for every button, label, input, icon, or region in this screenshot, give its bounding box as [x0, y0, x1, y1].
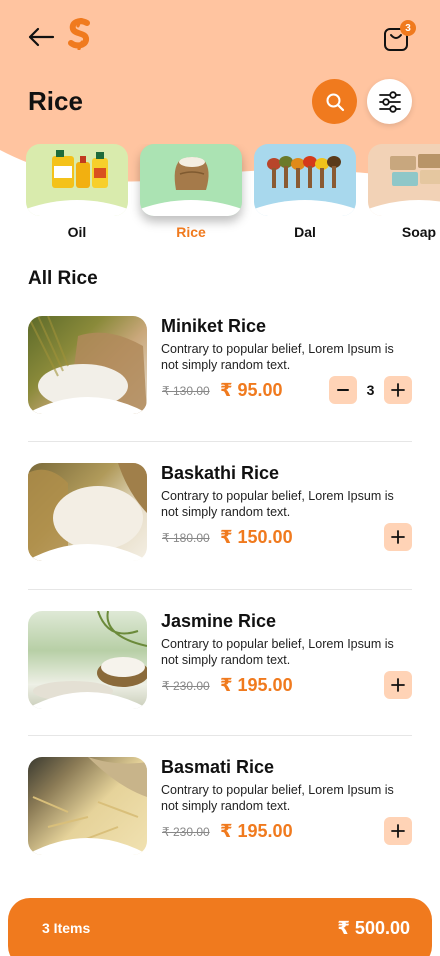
- back-button[interactable]: [24, 20, 58, 54]
- decrease-quantity-button[interactable]: [329, 376, 357, 404]
- product-price: ₹ 195.00: [220, 821, 293, 841]
- plus-icon: [391, 678, 405, 692]
- category-label: Oil: [67, 224, 87, 240]
- cart-count-badge: 3: [400, 20, 416, 36]
- product-description: Contrary to popular belief, Lorem Ipsum …: [161, 783, 394, 813]
- plus-icon: [391, 824, 405, 838]
- product-image: [28, 611, 147, 709]
- product-item[interactable]: Jasmine Rice Contrary to popular belief,…: [28, 611, 412, 715]
- product-item[interactable]: Baskathi Rice Contrary to popular belief…: [28, 463, 412, 567]
- search-icon: [326, 93, 344, 111]
- cart-items-count: 3 Items: [42, 920, 91, 936]
- product-price: ₹ 95.00: [220, 380, 283, 400]
- category-soap-image: [368, 144, 440, 216]
- cart-total: ₹ 500.00: [337, 918, 410, 938]
- product-image: [28, 463, 147, 561]
- view-cart-bar[interactable]: 3 Items ₹ 500.00: [8, 898, 432, 956]
- minus-icon: [337, 389, 349, 391]
- divider: [28, 735, 412, 736]
- plus-icon: [391, 383, 405, 397]
- category-rice[interactable]: Rice: [140, 144, 242, 244]
- product-price: ₹ 150.00: [220, 527, 293, 547]
- search-button[interactable]: [312, 79, 357, 124]
- section-title: All Rice: [28, 268, 98, 289]
- cart-button[interactable]: 3: [382, 20, 416, 54]
- product-old-price: ₹ 130.00: [162, 384, 210, 398]
- product-item[interactable]: Basmati Rice Contrary to popular belief,…: [28, 757, 412, 861]
- filter-button[interactable]: [367, 79, 412, 124]
- category-list: Oil Rice Dal Soap: [26, 144, 440, 244]
- category-label: Soap: [401, 224, 437, 240]
- quantity-stepper: [384, 671, 412, 699]
- product-image: [28, 316, 147, 414]
- category-label: Rice: [176, 224, 206, 240]
- category-rice-image: [140, 144, 242, 216]
- product-description: Contrary to popular belief, Lorem Ipsum …: [161, 489, 394, 519]
- product-description: Contrary to popular belief, Lorem Ipsum …: [161, 342, 394, 372]
- arrow-left-icon: [28, 27, 55, 47]
- increase-quantity-button[interactable]: [384, 376, 412, 404]
- sliders-icon: [378, 90, 401, 113]
- product-price: ₹ 195.00: [220, 675, 293, 695]
- add-to-cart-button[interactable]: [384, 817, 412, 845]
- product-description: Contrary to popular belief, Lorem Ipsum …: [161, 637, 394, 667]
- product-name: Baskathi Rice: [161, 463, 280, 483]
- quantity-stepper: [384, 523, 412, 551]
- page-title: Rice: [28, 86, 83, 116]
- brand-logo-icon: [68, 18, 90, 50]
- product-name: Miniket Rice: [161, 316, 267, 336]
- product-old-price: ₹ 180.00: [162, 531, 210, 545]
- category-soap[interactable]: Soap: [368, 144, 440, 244]
- category-oil-image: [26, 144, 128, 216]
- category-dal-image: [254, 144, 356, 216]
- product-name: Jasmine Rice: [161, 611, 277, 631]
- category-label: Dal: [294, 224, 316, 240]
- product-name: Basmati Rice: [161, 757, 275, 777]
- category-dal[interactable]: Dal: [254, 144, 356, 244]
- category-oil[interactable]: Oil: [26, 144, 128, 244]
- quantity-value: 3: [366, 382, 375, 398]
- product-old-price: ₹ 230.00: [162, 825, 210, 839]
- add-to-cart-button[interactable]: [384, 671, 412, 699]
- divider: [28, 441, 412, 442]
- add-to-cart-button[interactable]: [384, 523, 412, 551]
- product-old-price: ₹ 230.00: [162, 679, 210, 693]
- quantity-stepper: 3: [329, 376, 412, 404]
- quantity-stepper: [384, 817, 412, 845]
- divider: [28, 589, 412, 590]
- top-bar: 3: [24, 18, 416, 54]
- product-image: [28, 757, 147, 855]
- plus-icon: [391, 530, 405, 544]
- product-item[interactable]: Miniket Rice Contrary to popular belief,…: [28, 316, 412, 420]
